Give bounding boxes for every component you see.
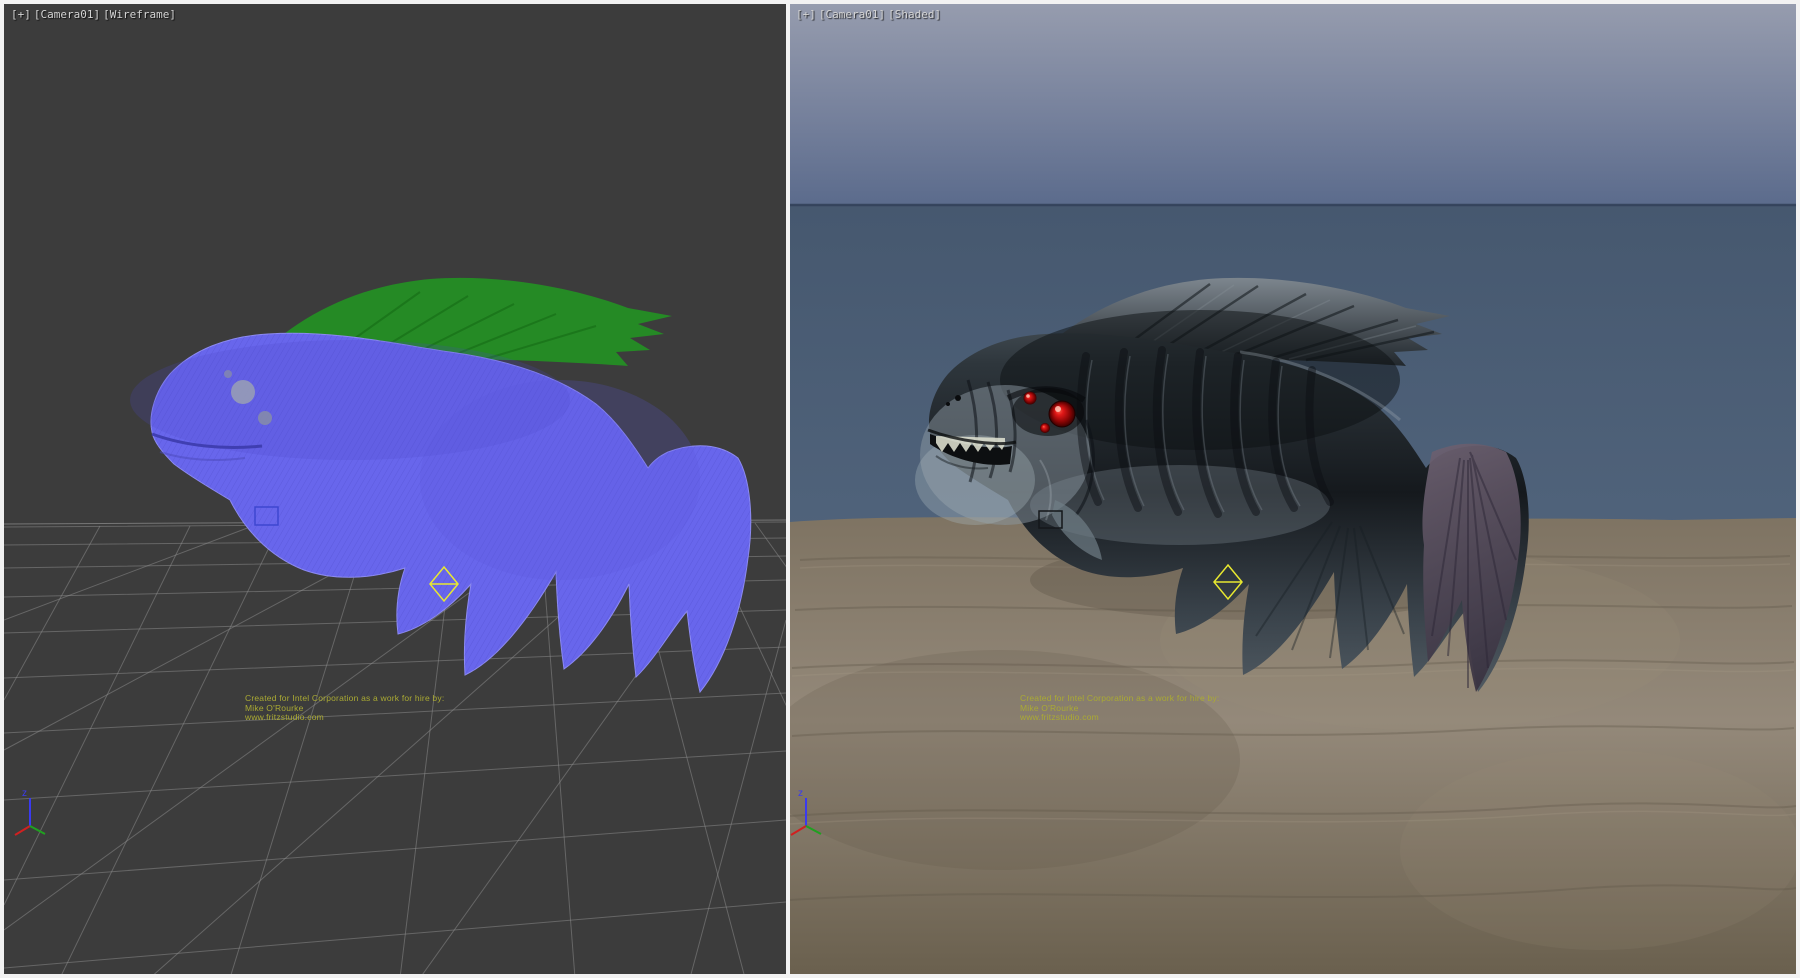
watermark-text: Created for Intel Corporation as a work …: [1020, 694, 1219, 723]
watermark-text: Created for Intel Corporation as a work …: [245, 694, 444, 723]
viewport-menu-shading[interactable]: [Wireframe]: [103, 8, 176, 21]
viewport-right[interactable]: [790, 4, 1796, 974]
watermark-line: www.fritzstudio.com: [1020, 713, 1219, 723]
watermark-line: www.fritzstudio.com: [245, 713, 444, 723]
viewport-label-left: [+][Camera01][Wireframe]: [11, 9, 179, 21]
viewport-label-right: [+][Camera01][Shaded]: [796, 9, 944, 21]
viewport-left[interactable]: [4, 4, 786, 974]
viewport-split-container: z: [0, 0, 1800, 978]
viewport-menu-pov[interactable]: [Camera01]: [819, 8, 885, 21]
viewport-menu-general[interactable]: [+]: [796, 8, 816, 21]
viewport-menu-pov[interactable]: [Camera01]: [34, 8, 100, 21]
viewport-menu-general[interactable]: [+]: [11, 8, 31, 21]
viewport-menu-shading[interactable]: [Shaded]: [888, 8, 941, 21]
